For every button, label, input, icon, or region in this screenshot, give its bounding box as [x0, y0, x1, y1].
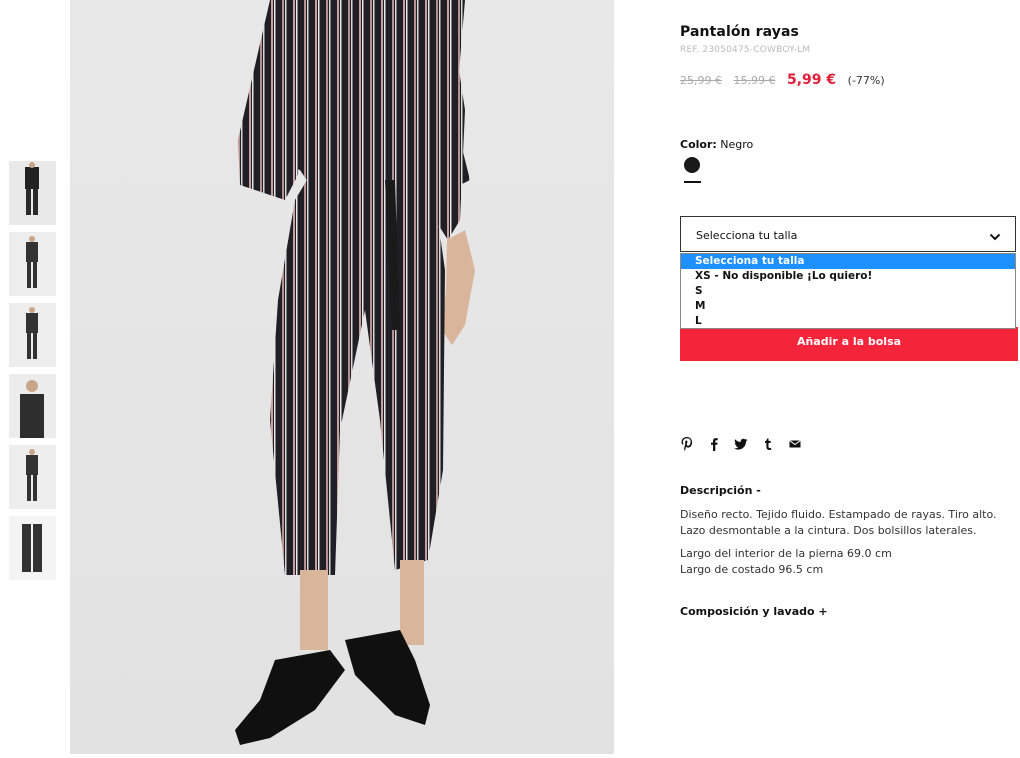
description-body: Diseño recto. Tejido fluido. Estampado d…: [680, 507, 1018, 577]
price-row: 25,99 € 15,99 € 5,99 € (-77%): [680, 72, 885, 88]
share-icons: [680, 436, 803, 452]
discount-badge: (-77%): [847, 74, 885, 87]
thumbnail-4[interactable]: [9, 374, 56, 438]
size-option[interactable]: XS - No disponible ¡Lo quiero!: [681, 269, 1015, 284]
size-option[interactable]: S: [681, 284, 1015, 299]
original-price-1: 25,99 €: [680, 74, 722, 87]
twitter-icon[interactable]: [734, 436, 749, 452]
thumbnail-5[interactable]: [9, 445, 56, 509]
sale-price: 5,99 €: [787, 72, 837, 88]
selected-swatch-indicator: [684, 181, 701, 183]
description-paragraph: Diseño recto. Tejido fluido. Estampado d…: [680, 508, 997, 537]
chevron-down-icon: [989, 228, 1001, 247]
size-option[interactable]: M: [681, 299, 1015, 314]
pinterest-icon[interactable]: [680, 436, 695, 452]
thumbnail-2[interactable]: [9, 232, 56, 296]
facebook-icon[interactable]: [707, 436, 722, 452]
color-swatch-black[interactable]: [684, 157, 700, 173]
composition-toggle[interactable]: Composición y lavado +: [680, 605, 828, 618]
size-option[interactable]: Selecciona tu talla: [681, 254, 1015, 269]
size-option[interactable]: L: [681, 314, 1015, 329]
product-title: Pantalón rayas: [680, 24, 799, 40]
email-icon[interactable]: [788, 436, 803, 452]
tumblr-icon[interactable]: [761, 436, 776, 452]
color-label-row: Color: Negro: [680, 138, 753, 151]
size-select-value: Selecciona tu talla: [696, 229, 798, 242]
description-line: Largo de costado 96.5 cm: [680, 562, 824, 576]
add-to-bag-button[interactable]: Añadir a la bolsa: [680, 327, 1018, 361]
thumbnail-gallery: [9, 161, 56, 587]
thumbnail-1[interactable]: [9, 161, 56, 225]
color-value: Negro: [720, 138, 754, 151]
size-select[interactable]: Selecciona tu talla: [680, 216, 1016, 252]
main-product-image[interactable]: [70, 0, 614, 754]
size-dropdown-list: Selecciona tu talla XS - No disponible ¡…: [680, 253, 1016, 329]
thumbnail-6[interactable]: [9, 516, 56, 580]
thumbnail-3[interactable]: [9, 303, 56, 367]
description-title[interactable]: Descripción -: [680, 484, 761, 497]
original-price-2: 15,99 €: [733, 74, 776, 87]
color-label: Color:: [680, 138, 717, 151]
description-line: Largo del interior de la pierna 69.0 cm: [680, 547, 892, 560]
product-reference: REF. 23050475-COWBOY-LM: [680, 45, 811, 55]
